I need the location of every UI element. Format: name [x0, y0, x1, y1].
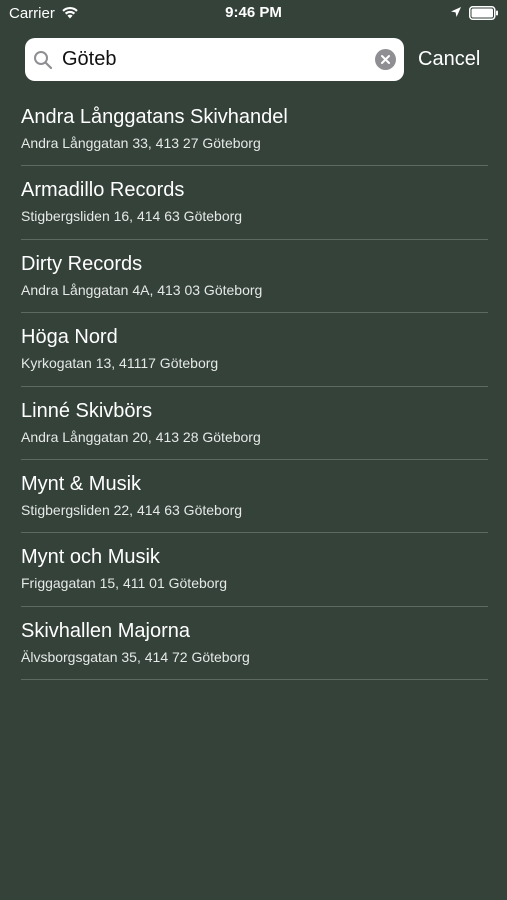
- result-item[interactable]: Höga Nord Kyrkogatan 13, 41117 Göteborg: [0, 313, 507, 387]
- clear-button[interactable]: [375, 49, 396, 70]
- battery-icon: [469, 6, 498, 20]
- result-address: Älvsborgsgatan 35, 414 72 Göteborg: [21, 648, 250, 665]
- results-list: Andra Långgatans Skivhandel Andra Långga…: [0, 93, 507, 681]
- result-item[interactable]: Dirty Records Andra Långgatan 4A, 413 03…: [0, 240, 507, 314]
- result-address: Andra Långgatan 4A, 413 03 Göteborg: [21, 281, 263, 298]
- result-item[interactable]: Mynt och Musik Friggagatan 15, 411 01 Gö…: [0, 533, 507, 608]
- result-name: Mynt och Musik: [21, 546, 160, 569]
- result-item[interactable]: Andra Långgatans Skivhandel Andra Långga…: [0, 93, 507, 167]
- search-icon: [34, 51, 53, 70]
- result-name: Armadillo Records: [21, 179, 185, 202]
- result-name: Dirty Records: [21, 252, 143, 275]
- clear-icon: [381, 55, 390, 64]
- result-item[interactable]: Skivhallen Majorna Älvsborgsgatan 35, 41…: [0, 607, 507, 681]
- result-address: Stigbergsliden 16, 414 63 Göteborg: [21, 208, 243, 225]
- result-name: Andra Långgatans Skivhandel: [21, 106, 288, 128]
- result-address: Kyrkogatan 13, 41117 Göteborg: [21, 355, 219, 372]
- result-address: Stigbergsliden 22, 414 63 Göteborg: [21, 501, 243, 518]
- result-address: Andra Långgatan 33, 413 27 Göteborg: [21, 135, 261, 151]
- result-name: Skivhallen Majorna: [21, 619, 190, 642]
- result-name: Linné Skivbörs: [21, 399, 153, 422]
- cancel-button[interactable]: Cancel: [418, 38, 480, 81]
- status-time: 9:46 PM: [225, 4, 282, 21]
- search-input[interactable]: [62, 38, 362, 81]
- search-row: Cancel: [0, 38, 507, 82]
- result-address: Friggagatan 15, 411 01 Göteborg: [21, 575, 228, 592]
- status-bar: Carrier 9:46 PM: [0, 0, 507, 28]
- result-item[interactable]: Armadillo Records Stigbergsliden 16, 414…: [0, 166, 507, 241]
- location-icon: [451, 7, 461, 17]
- result-item[interactable]: Linné Skivbörs Andra Långgatan 20, 413 2…: [0, 387, 507, 461]
- result-name: Höga Nord: [21, 326, 118, 349]
- result-address: Andra Långgatan 20, 413 28 Göteborg: [21, 428, 261, 445]
- search-field[interactable]: [25, 38, 404, 81]
- result-item[interactable]: Mynt & Musik Stigbergsliden 22, 414 63 G…: [0, 460, 507, 534]
- result-name: Mynt & Musik: [21, 472, 142, 495]
